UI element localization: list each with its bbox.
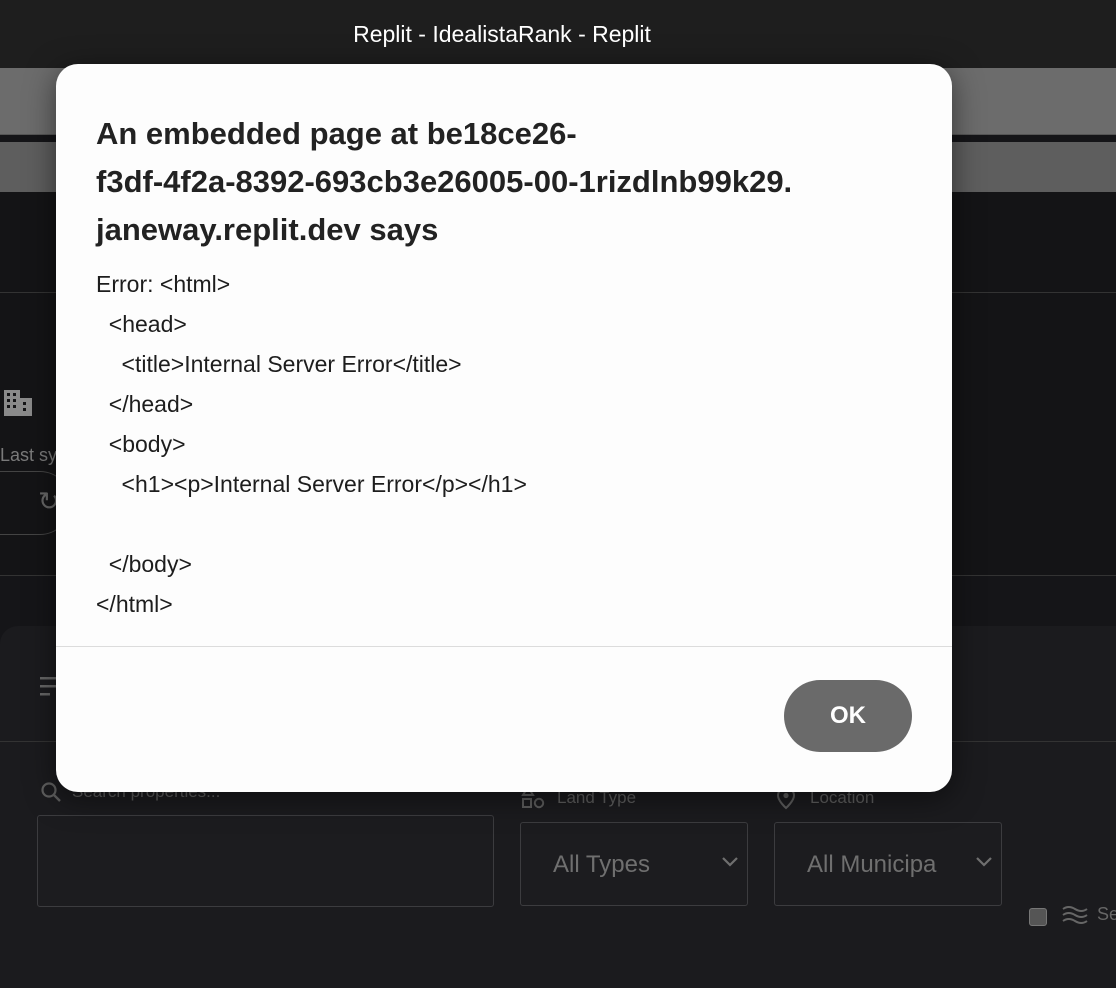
dialog-message: Error: <html> <head> <title>Internal Ser… xyxy=(96,271,527,617)
building-icon xyxy=(4,390,32,416)
last-sync-label: Last sy xyxy=(0,445,58,465)
dialog-heading-line: An embedded page at be18ce26- xyxy=(96,116,577,151)
alert-dialog: An embedded page at be18ce26- f3df-4f2a-… xyxy=(56,64,952,792)
dialog-heading-line: janeway.replit.dev says xyxy=(96,212,439,247)
chevron-down-icon xyxy=(976,857,992,867)
ok-button[interactable]: OK xyxy=(784,680,912,752)
chevron-down-icon xyxy=(722,857,738,867)
partial-label: Se xyxy=(1097,904,1116,924)
dialog-divider xyxy=(56,646,952,647)
land-type-select[interactable]: All Types xyxy=(520,822,748,906)
search-input[interactable] xyxy=(37,815,494,907)
search-icon xyxy=(41,782,61,802)
filter-checkbox[interactable] xyxy=(1029,908,1047,926)
location-select[interactable]: All Municipa xyxy=(774,822,1002,906)
land-type-value: All Types xyxy=(553,851,650,878)
dialog-heading-line: f3df-4f2a-8392-693cb3e26005-00-1rizdlnb9… xyxy=(96,164,793,199)
dialog-heading: An embedded page at be18ce26- f3df-4f2a-… xyxy=(96,110,926,254)
location-value: All Municipa xyxy=(807,851,937,878)
window-title: Replit - IdealistaRank - Replit xyxy=(353,20,651,47)
waves-icon xyxy=(1062,906,1088,924)
window-titlebar: Replit - IdealistaRank - Replit xyxy=(0,0,1116,68)
